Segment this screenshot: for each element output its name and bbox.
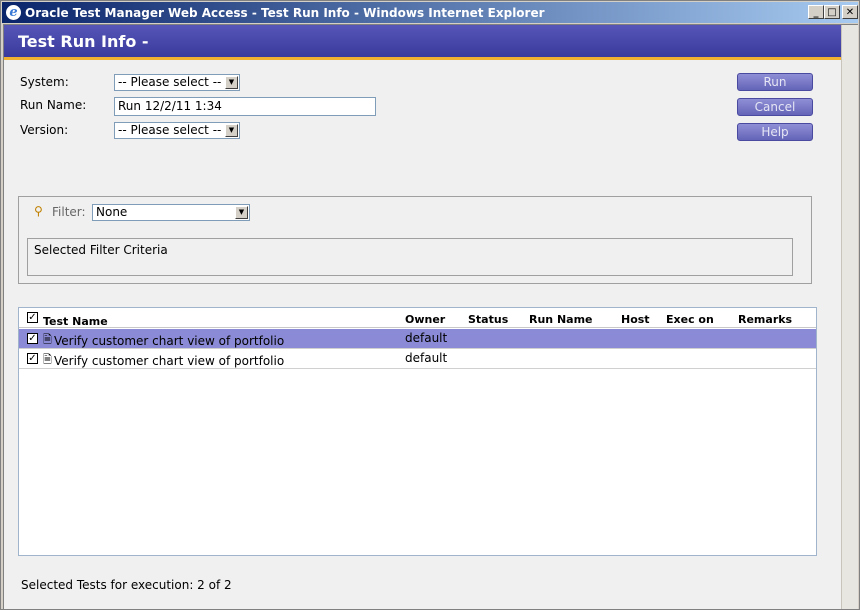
- run-name-input[interactable]: Run 12/2/11 1:34: [114, 97, 376, 116]
- test-script-icon: 🗎: [43, 333, 52, 346]
- table-row[interactable]: ✓ 🗎 Verify customer chart view of portfo…: [19, 329, 816, 349]
- chevron-down-icon[interactable]: ▼: [225, 76, 238, 89]
- select-all-checkbox[interactable]: ✓: [27, 312, 38, 323]
- test-script-icon: 🗎: [43, 353, 52, 366]
- version-label: Version:: [20, 123, 69, 137]
- system-label: System:: [20, 75, 69, 89]
- filter-select-value: None: [96, 205, 128, 219]
- chevron-down-icon[interactable]: ▼: [225, 124, 238, 137]
- column-exec-on[interactable]: Exec on: [666, 313, 714, 326]
- cancel-button[interactable]: Cancel: [737, 98, 813, 116]
- test-name-cell[interactable]: Verify customer chart view of portfolio: [54, 354, 284, 368]
- minimize-button[interactable]: _: [808, 5, 824, 19]
- filter-select[interactable]: None ▼: [92, 204, 250, 221]
- close-button[interactable]: ✕: [842, 5, 858, 19]
- column-test-name[interactable]: Test Name: [43, 315, 108, 328]
- test-name-cell[interactable]: Verify customer chart view of portfolio: [54, 334, 284, 348]
- filter-criteria-label: Selected Filter Criteria: [34, 243, 168, 257]
- column-run-name[interactable]: Run Name: [529, 313, 593, 326]
- browser-window: e Oracle Test Manager Web Access - Test …: [0, 0, 860, 610]
- tests-grid: ✓ Test Name Owner Status Run Name Host E…: [18, 307, 817, 556]
- column-owner[interactable]: Owner: [405, 313, 445, 326]
- owner-cell: default: [405, 331, 448, 345]
- column-status[interactable]: Status: [468, 313, 508, 326]
- table-row[interactable]: ✓ 🗎 Verify customer chart view of portfo…: [19, 349, 816, 369]
- system-select-value: -- Please select --: [118, 75, 222, 89]
- filter-icon: ⚲: [34, 204, 43, 218]
- filter-label: Filter:: [52, 205, 86, 219]
- title-bar: e Oracle Test Manager Web Access - Test …: [2, 2, 858, 23]
- chevron-down-icon[interactable]: ▼: [235, 206, 248, 219]
- owner-cell: default: [405, 351, 448, 365]
- row-checkbox[interactable]: ✓: [27, 353, 38, 364]
- version-select-value: -- Please select --: [118, 123, 222, 137]
- form-area: System: -- Please select -- ▼ Run Name: …: [4, 60, 841, 609]
- row-checkbox[interactable]: ✓: [27, 333, 38, 344]
- page-title: Test Run Info -: [18, 32, 149, 51]
- vertical-scrollbar[interactable]: [841, 25, 858, 609]
- column-remarks[interactable]: Remarks: [738, 313, 792, 326]
- run-button[interactable]: Run: [737, 73, 813, 91]
- filter-criteria-box: Selected Filter Criteria: [27, 238, 793, 276]
- help-button[interactable]: Help: [737, 123, 813, 141]
- page-header: Test Run Info -: [4, 25, 841, 60]
- window-title: Oracle Test Manager Web Access - Test Ru…: [25, 6, 545, 20]
- selected-tests-summary: Selected Tests for execution: 2 of 2: [21, 578, 232, 592]
- version-select[interactable]: -- Please select -- ▼: [114, 122, 240, 139]
- column-host[interactable]: Host: [621, 313, 650, 326]
- internet-explorer-icon: e: [6, 5, 21, 20]
- maximize-button[interactable]: □: [824, 5, 840, 19]
- system-select[interactable]: -- Please select -- ▼: [114, 74, 240, 91]
- run-name-label: Run Name:: [20, 98, 87, 112]
- filter-panel: ⚲ Filter: None ▼ Selected Filter Criteri…: [18, 196, 812, 284]
- grid-header: ✓ Test Name Owner Status Run Name Host E…: [19, 308, 816, 328]
- page-content: Test Run Info - System: -- Please select…: [3, 24, 858, 609]
